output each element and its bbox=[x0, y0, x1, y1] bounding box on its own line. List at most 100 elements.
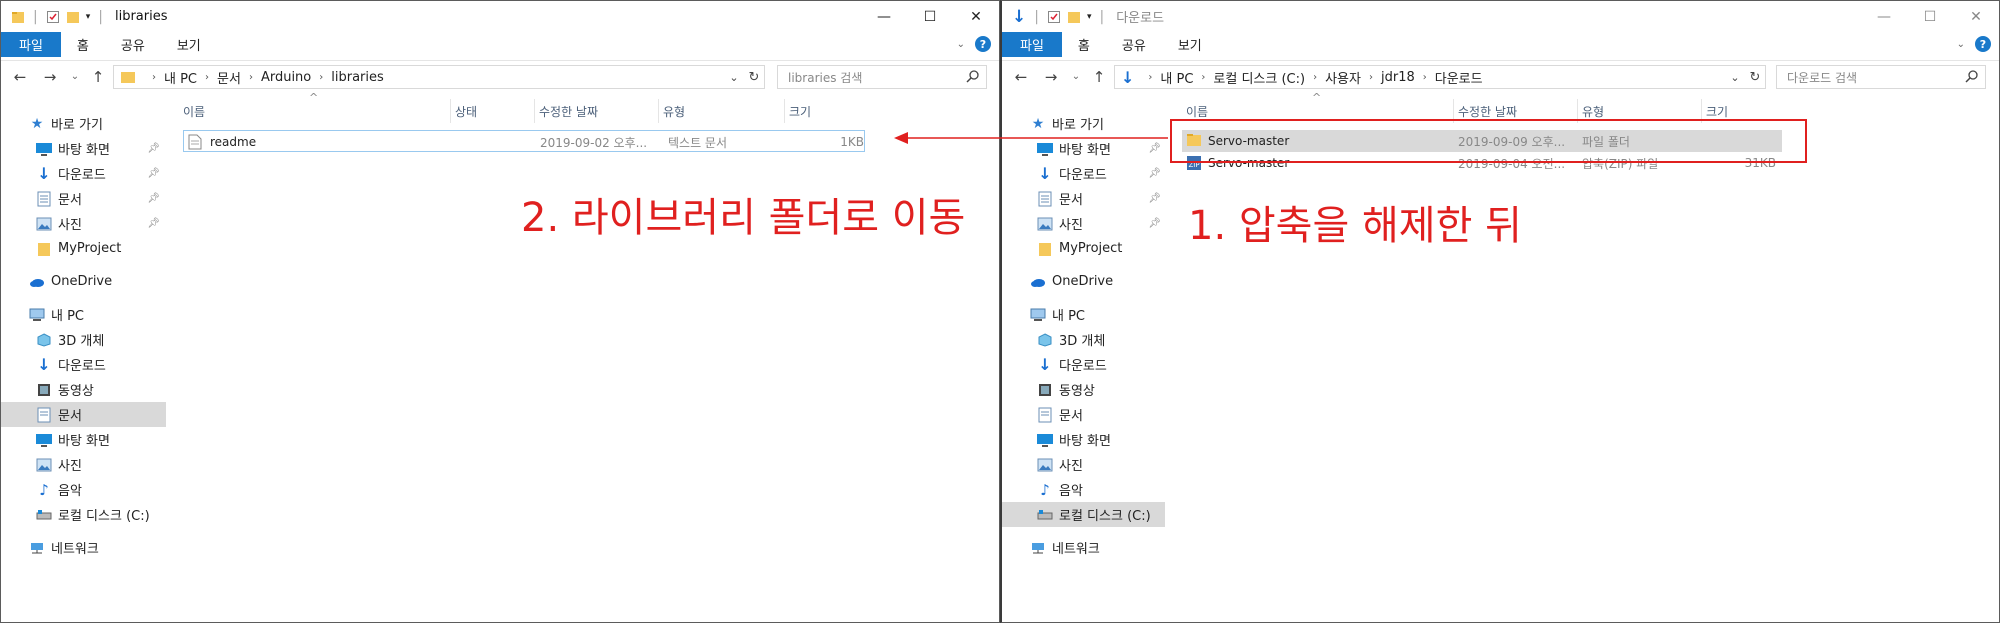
nav-pictures[interactable]: 사진 📌︎ bbox=[1, 211, 166, 236]
nav-pc-pictures[interactable]: 사진 bbox=[1002, 452, 1167, 477]
cube-icon bbox=[1037, 332, 1053, 348]
maximize-button[interactable]: ☐ bbox=[907, 1, 953, 32]
nav-documents[interactable]: 문서 📌︎ bbox=[1, 186, 166, 211]
nav-network[interactable]: 네트워크 bbox=[1002, 535, 1167, 560]
tab-share[interactable]: 공유 bbox=[1106, 32, 1162, 57]
column-size[interactable]: 크기 bbox=[785, 99, 869, 123]
new-folder-icon[interactable] bbox=[1067, 10, 1081, 24]
nav-pc-desktop[interactable]: 바탕 화면 bbox=[1, 427, 166, 452]
nav-downloads[interactable]: ↓ 다운로드 📌︎ bbox=[1002, 161, 1167, 186]
nav-documents[interactable]: 문서 📌︎ bbox=[1002, 186, 1167, 211]
properties-icon[interactable] bbox=[46, 10, 60, 24]
nav-music[interactable]: ♪ 음악 bbox=[1, 477, 166, 502]
help-icon[interactable]: ? bbox=[1975, 36, 1991, 52]
nav-quick-access[interactable]: ★ 바로 가기 bbox=[1002, 111, 1167, 136]
column-type[interactable]: 유형 bbox=[659, 99, 785, 123]
nav-label: 로컬 디스크 (C:) bbox=[58, 509, 150, 524]
address-bar[interactable]: › 내 PC › 문서 › Arduino › libraries ⌄ ↻ bbox=[113, 65, 765, 89]
breadcrumb-users[interactable]: 사용자 bbox=[1325, 68, 1361, 87]
nav-this-pc[interactable]: 내 PC bbox=[1002, 302, 1167, 327]
close-button[interactable]: ✕ bbox=[1953, 1, 1999, 32]
up-button[interactable]: ↑ bbox=[1088, 68, 1110, 86]
forward-button[interactable]: → bbox=[1040, 68, 1062, 86]
recent-locations-button[interactable]: ⌄ bbox=[1068, 71, 1084, 82]
nav-this-pc[interactable]: 내 PC bbox=[1, 302, 166, 327]
expand-ribbon-icon[interactable]: ⌄ bbox=[957, 39, 965, 50]
nav-desktop[interactable]: 바탕 화면 📌︎ bbox=[1002, 136, 1167, 161]
breadcrumb-user[interactable]: jdr18 bbox=[1381, 70, 1415, 85]
nav-pictures[interactable]: 사진 📌︎ bbox=[1002, 211, 1167, 236]
nav-videos[interactable]: 동영상 bbox=[1, 377, 166, 402]
nav-pc-desktop[interactable]: 바탕 화면 bbox=[1002, 427, 1167, 452]
nav-label: 사진 bbox=[1059, 218, 1083, 233]
up-button[interactable]: ↑ bbox=[87, 68, 109, 86]
breadcrumb-this-pc[interactable]: 내 PC bbox=[1160, 68, 1193, 87]
address-dropdown-icon[interactable]: ⌄ bbox=[724, 71, 744, 84]
maximize-button[interactable]: ☐ bbox=[1907, 1, 1953, 32]
computer-icon bbox=[1030, 307, 1046, 323]
breadcrumb-this-pc[interactable]: 내 PC bbox=[164, 68, 197, 87]
back-button[interactable]: ← bbox=[1010, 68, 1032, 86]
search-input[interactable]: libraries 검색 bbox=[777, 65, 987, 89]
properties-icon[interactable] bbox=[1047, 10, 1061, 24]
column-name[interactable]: 이름 bbox=[179, 99, 451, 123]
tab-view[interactable]: 보기 bbox=[1162, 32, 1218, 57]
column-status[interactable]: 상태 bbox=[451, 99, 535, 123]
forward-button[interactable]: → bbox=[39, 68, 61, 86]
search-input[interactable]: 다운로드 검색 bbox=[1776, 65, 1986, 89]
pin-icon: 📌︎ bbox=[147, 143, 160, 154]
breadcrumb-libraries[interactable]: libraries bbox=[331, 70, 384, 85]
address-dropdown-icon[interactable]: ⌄ bbox=[1725, 71, 1745, 84]
minimize-button[interactable]: — bbox=[861, 1, 907, 32]
minimize-button[interactable]: — bbox=[1861, 1, 1907, 32]
breadcrumb-downloads[interactable]: 다운로드 bbox=[1435, 68, 1483, 87]
back-button[interactable]: ← bbox=[9, 68, 31, 86]
nav-videos[interactable]: 동영상 bbox=[1002, 377, 1167, 402]
help-icon[interactable]: ? bbox=[975, 36, 991, 52]
column-date[interactable]: 수정한 날짜 bbox=[535, 99, 659, 123]
nav-onedrive[interactable]: OneDrive bbox=[1002, 269, 1167, 294]
nav-desktop[interactable]: 바탕 화면 📌︎ bbox=[1, 136, 166, 161]
nav-music[interactable]: ♪ 음악 bbox=[1002, 477, 1167, 502]
nav-network[interactable]: 네트워크 bbox=[1, 535, 166, 560]
refresh-icon[interactable]: ↻ bbox=[1745, 70, 1765, 85]
address-bar[interactable]: ↓ › 내 PC › 로컬 디스크 (C:) › 사용자 › jdr18 › 다… bbox=[1114, 65, 1766, 89]
new-folder-icon[interactable] bbox=[66, 10, 80, 24]
nav-pc-downloads[interactable]: ↓ 다운로드 bbox=[1, 352, 166, 377]
tab-share[interactable]: 공유 bbox=[105, 32, 161, 57]
nav-pc-downloads[interactable]: ↓ 다운로드 bbox=[1002, 352, 1167, 377]
tab-file[interactable]: 파일 bbox=[1, 32, 61, 57]
nav-downloads[interactable]: ↓ 다운로드 📌︎ bbox=[1, 161, 166, 186]
tab-home[interactable]: 홈 bbox=[1062, 32, 1106, 57]
breadcrumb-local-disk[interactable]: 로컬 디스크 (C:) bbox=[1213, 68, 1305, 87]
nav-label: 사진 bbox=[1059, 459, 1083, 474]
nav-quick-access[interactable]: ★ 바로 가기 bbox=[1, 111, 166, 136]
customize-toolbar-icon[interactable]: ▾ bbox=[1087, 12, 1092, 22]
file-row[interactable]: readme 2019-09-02 오후... 텍스트 문서 1KB bbox=[183, 130, 865, 152]
text-file-icon bbox=[188, 134, 204, 150]
tab-home[interactable]: 홈 bbox=[61, 32, 105, 57]
breadcrumb-arduino[interactable]: Arduino bbox=[261, 70, 311, 85]
tab-file[interactable]: 파일 bbox=[1002, 32, 1062, 57]
tab-view[interactable]: 보기 bbox=[161, 32, 217, 57]
annotation-step-2: 2. 라이브러리 폴더로 이동 bbox=[521, 195, 966, 241]
recent-locations-button[interactable]: ⌄ bbox=[67, 71, 83, 82]
nav-local-disk[interactable]: 로컬 디스크 (C:) bbox=[1002, 502, 1165, 527]
close-button[interactable]: ✕ bbox=[953, 1, 999, 32]
expand-ribbon-icon[interactable]: ⌄ bbox=[1957, 39, 1965, 50]
breadcrumb-documents[interactable]: 문서 bbox=[217, 68, 241, 87]
nav-onedrive[interactable]: OneDrive bbox=[1, 269, 166, 294]
nav-local-disk[interactable]: 로컬 디스크 (C:) bbox=[1, 502, 166, 527]
desktop-icon bbox=[1037, 432, 1053, 448]
nav-pc-documents[interactable]: 문서 bbox=[1, 402, 166, 427]
nav-pc-documents[interactable]: 문서 bbox=[1002, 402, 1167, 427]
nav-3d-objects[interactable]: 3D 개체 bbox=[1002, 327, 1167, 352]
pin-icon: 📌︎ bbox=[147, 193, 160, 204]
nav-pc-pictures[interactable]: 사진 bbox=[1, 452, 166, 477]
customize-toolbar-icon[interactable]: ▾ bbox=[86, 12, 91, 22]
nav-myproject[interactable]: MyProject bbox=[1002, 236, 1167, 261]
refresh-icon[interactable]: ↻ bbox=[744, 70, 764, 85]
nav-3d-objects[interactable]: 3D 개체 bbox=[1, 327, 166, 352]
nav-myproject[interactable]: MyProject bbox=[1, 236, 166, 261]
search-placeholder: libraries 검색 bbox=[788, 70, 863, 85]
